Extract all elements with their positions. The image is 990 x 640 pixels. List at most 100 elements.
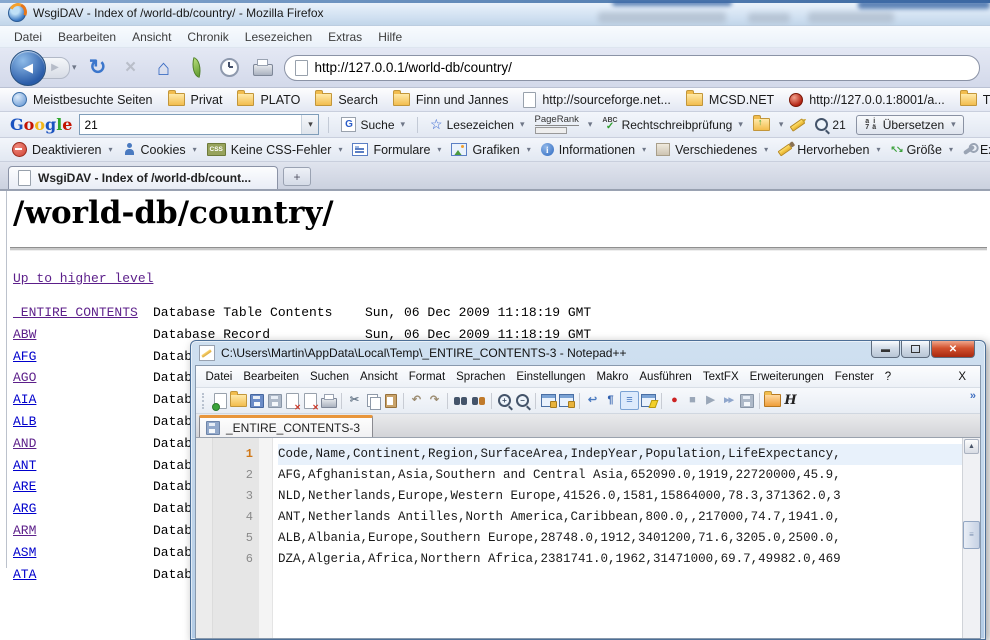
macro-playback-icon[interactable]: ▶ [702, 392, 719, 409]
pagerank-indicator[interactable]: PageRank [535, 115, 579, 134]
notepadpp-titlebar[interactable]: C:\Users\Martin\AppData\Local\Temp\_ENTI… [191, 341, 985, 365]
menu-hilfe[interactable]: Hilfe [370, 28, 410, 46]
sync-vertical-icon[interactable] [540, 392, 557, 409]
npp-menu-format[interactable]: Format [403, 369, 450, 385]
cut-icon[interactable]: ✂ [346, 392, 363, 409]
close-file-icon[interactable]: ✕ [284, 392, 301, 409]
listing-link-alb[interactable]: ALB [13, 414, 36, 429]
up-to-higher-level-link[interactable]: Up to higher level [13, 271, 153, 286]
word-wrap-icon[interactable]: ↩ [584, 392, 601, 409]
zoom-in-icon[interactable]: + [496, 392, 513, 409]
close-all-icon[interactable]: ✕ [302, 392, 319, 409]
minimize-button[interactable]: ▬ [871, 341, 900, 358]
listing-link-ata[interactable]: ATA [13, 567, 36, 582]
menu-bearbeiten[interactable]: Bearbeiten [50, 28, 124, 46]
listing-link-are[interactable]: ARE [13, 479, 36, 494]
vertical-scrollbar[interactable]: ▲ ≡ [962, 438, 980, 638]
listing-link-ago[interactable]: AGO [13, 370, 36, 385]
listing-link-afg[interactable]: AFG [13, 349, 36, 364]
bookmark-http-sourceforge-net[interactable]: http://sourceforge.net... [517, 90, 677, 110]
bookmark-search[interactable]: Search [309, 91, 384, 109]
bookmark-privat[interactable]: Privat [162, 91, 229, 109]
npp-menu-fenster[interactable]: Fenster [829, 369, 879, 385]
stop-button[interactable]: × [119, 54, 143, 82]
text-content[interactable]: Code,Name,Continent,Region,SurfaceArea,I… [273, 438, 962, 638]
npp-menu-ansicht[interactable]: Ansicht [355, 369, 404, 385]
paste-icon[interactable] [382, 392, 399, 409]
menu-datei[interactable]: Datei [6, 28, 50, 46]
webdev-deaktivieren[interactable]: Deaktivieren▾ [8, 141, 117, 158]
bookmark-plato[interactable]: PLATO [231, 91, 306, 109]
load-session-icon[interactable] [764, 392, 781, 409]
google-search-input[interactable] [80, 118, 301, 132]
webdev-formulare[interactable]: Formulare▾ [348, 142, 445, 158]
back-button[interactable]: ◀ [10, 50, 46, 86]
bookmark-finn-und-jannes[interactable]: Finn und Jannes [387, 91, 514, 109]
show-all-characters-icon[interactable]: ¶ [602, 392, 619, 409]
listing-link-abw[interactable]: ABW [13, 327, 36, 342]
copy-icon[interactable] [364, 392, 381, 409]
google-bookmarks-button[interactable]: ☆ Lesezeichen ▾ [427, 115, 527, 134]
webdev-verschiedenes[interactable]: Verschiedenes▾ [652, 142, 772, 158]
spellcheck-button[interactable]: ABC✓ Rechtschreibprüfung ▾ [599, 116, 745, 133]
listing-link-and[interactable]: AND [13, 436, 36, 451]
bookmark-meistbesuchte-seiten[interactable]: Meistbesuchte Seiten [6, 90, 159, 109]
npp-menu-makro[interactable]: Makro [591, 369, 634, 385]
listing-link-asm[interactable]: ASM [13, 545, 36, 560]
macro-run-multiple-icon[interactable]: ▶▶ [720, 392, 737, 409]
indent-guide-icon[interactable]: ≡ [620, 391, 639, 410]
print-button[interactable] [251, 54, 275, 82]
npp-menu-[interactable]: ? [879, 369, 896, 385]
macro-record-icon[interactable]: ● [666, 392, 683, 409]
webdev-extras[interactable]: Extras▾ [959, 142, 990, 158]
tab-wsgidav[interactable]: WsgiDAV - Index of /world-db/count... [8, 166, 278, 189]
redo-icon[interactable]: ↷ [426, 392, 443, 409]
editor-area[interactable]: 123456 Code,Name,Continent,Region,Surfac… [196, 438, 980, 638]
listing-link-arg[interactable]: ARG [13, 501, 36, 516]
scrollbar-thumb[interactable]: ≡ [963, 521, 980, 549]
webdev-hervorheben[interactable]: Hervorheben▾ [774, 142, 884, 158]
new-tab-button[interactable]: + [283, 167, 311, 186]
npp-menu-ausf-hren[interactable]: Ausführen [634, 369, 697, 385]
menu-lesezeichen[interactable]: Lesezeichen [237, 28, 320, 46]
reload-button[interactable]: ↻ [86, 54, 110, 82]
listing-link-arm[interactable]: ARM [13, 523, 36, 538]
send-to-folder-icon[interactable] [753, 118, 770, 131]
save-icon[interactable] [248, 392, 265, 409]
macro-save-icon[interactable] [738, 392, 755, 409]
npp-menu-erweiterungen[interactable]: Erweiterungen [744, 369, 829, 385]
undo-icon[interactable]: ↶ [408, 392, 425, 409]
webdev-grafiken[interactable]: Grafiken▾ [447, 142, 534, 158]
npp-menu-datei[interactable]: Datei [200, 369, 238, 385]
toolbar-overflow-icon[interactable]: » [970, 390, 976, 402]
feed-button[interactable] [185, 54, 209, 82]
menu-chronik[interactable]: Chronik [179, 28, 236, 46]
print-icon[interactable] [320, 392, 337, 409]
highlighter-pen-icon[interactable] [790, 118, 806, 132]
save-all-icon[interactable] [266, 392, 283, 409]
zoom-indicator[interactable]: 21 [812, 117, 848, 133]
webdev-cookies[interactable]: Cookies▾ [119, 142, 201, 158]
scroll-up-icon[interactable]: ▲ [964, 439, 979, 454]
webdev-gr-e[interactable]: ↖↘Größe▾ [886, 142, 957, 158]
listing-link-aia[interactable]: AIA [13, 392, 36, 407]
home-button[interactable]: ⌂ [152, 54, 176, 82]
mdi-close-button[interactable]: X [953, 369, 976, 385]
bookmark-mcsd-net[interactable]: MCSD.NET [680, 91, 780, 109]
maximize-button[interactable] [901, 341, 930, 358]
function-completion-icon[interactable] [640, 392, 657, 409]
replace-icon[interactable] [470, 392, 487, 409]
url-bar[interactable] [284, 55, 980, 81]
new-file-icon[interactable] [212, 392, 229, 409]
history-dropdown-icon[interactable]: ▾ [72, 62, 77, 73]
google-search-box[interactable]: ▾ [79, 114, 319, 135]
translate-button[interactable]: ai7ä Übersetzen ▾ [856, 115, 964, 135]
menu-extras[interactable]: Extras [320, 28, 370, 46]
bookmark-http-127-0-0-1-8001-a[interactable]: http://127.0.0.1:8001/a... [783, 91, 951, 109]
search-dropdown-icon[interactable]: ▾ [301, 115, 318, 134]
bookmark-tree-samples[interactable]: Tree Samples [954, 91, 990, 109]
find-icon[interactable] [452, 392, 469, 409]
google-search-button[interactable]: G Suche ▾ [338, 116, 408, 133]
url-input[interactable] [315, 60, 969, 75]
webdev-informationen[interactable]: iInformationen▾ [537, 142, 650, 158]
